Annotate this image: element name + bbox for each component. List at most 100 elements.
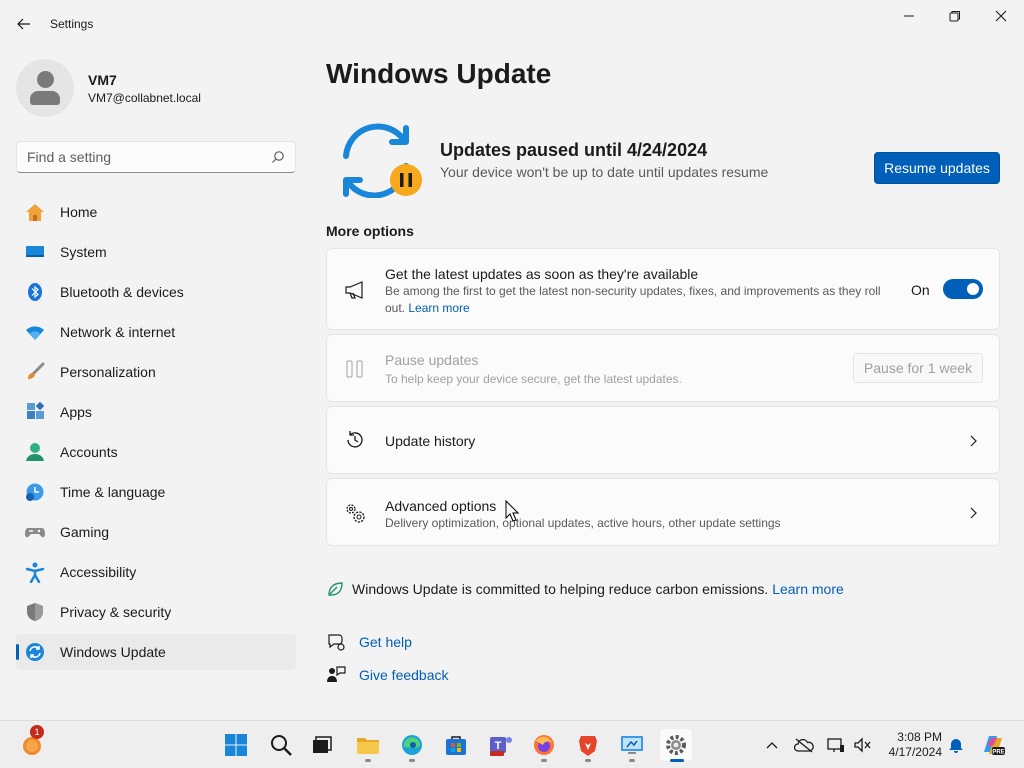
taskbar-settings[interactable] bbox=[660, 729, 692, 762]
sidebar-item-label: Time & language bbox=[60, 484, 166, 500]
svg-text:PRE: PRE bbox=[992, 750, 1004, 756]
user-email: VM7@collabnet.local bbox=[88, 90, 201, 105]
search-box[interactable] bbox=[16, 141, 296, 173]
taskbar-firefox[interactable] bbox=[528, 729, 560, 762]
taskbar-search-button[interactable] bbox=[265, 729, 297, 761]
taskbar-store[interactable] bbox=[440, 729, 472, 761]
sidebar-item-bluetooth[interactable]: Bluetooth & devices bbox=[16, 274, 296, 310]
task-view-button[interactable] bbox=[306, 729, 338, 761]
chevron-right-icon bbox=[970, 435, 977, 447]
toggle-state-label: On bbox=[911, 282, 930, 298]
volume-tray-button[interactable] bbox=[852, 735, 872, 755]
sidebar-item-label: Personalization bbox=[60, 364, 156, 380]
user-profile[interactable]: VM7 VM7@collabnet.local bbox=[16, 58, 201, 118]
pause-updates-card: Pause updates To help keep your device s… bbox=[326, 334, 1000, 402]
close-button[interactable] bbox=[978, 0, 1024, 32]
cloud-offline-icon bbox=[794, 738, 814, 753]
sidebar-item-apps[interactable]: Apps bbox=[16, 394, 296, 430]
pause-for-week-button[interactable]: Pause for 1 week bbox=[853, 353, 983, 383]
taskbar-file-explorer[interactable] bbox=[352, 729, 384, 762]
sidebar-item-gaming[interactable]: Gaming bbox=[16, 514, 296, 550]
copilot-icon: PRE bbox=[984, 736, 1005, 756]
pause-updates-title: Pause updates bbox=[385, 352, 479, 368]
status-title: Updates paused until 4/24/2024 bbox=[440, 140, 708, 160]
sidebar-item-label: System bbox=[60, 244, 107, 260]
sidebar-item-label: Home bbox=[60, 204, 98, 220]
taskbar-edge[interactable] bbox=[396, 729, 428, 762]
learn-more-link[interactable]: Learn more bbox=[408, 301, 469, 315]
taskbar-weather-button[interactable]: 1 bbox=[16, 725, 48, 761]
sidebar-item-label: Accessibility bbox=[60, 564, 137, 580]
start-button[interactable] bbox=[220, 729, 252, 761]
give-feedback-label: Give feedback bbox=[359, 667, 449, 683]
windows-logo-icon bbox=[225, 734, 247, 756]
remote-desktop-icon bbox=[621, 736, 643, 754]
chevron-right-icon bbox=[970, 507, 977, 519]
advanced-options-card[interactable]: Advanced options Delivery optimization, … bbox=[326, 478, 1000, 546]
restore-button[interactable] bbox=[932, 0, 978, 32]
leaf-icon bbox=[328, 582, 343, 596]
latest-updates-toggle[interactable] bbox=[943, 279, 983, 299]
onedrive-tray-button[interactable] bbox=[794, 735, 814, 755]
home-icon bbox=[24, 201, 46, 223]
search-input[interactable] bbox=[27, 149, 271, 165]
taskbar-remote-desktop[interactable] bbox=[616, 729, 648, 762]
update-history-card[interactable]: Update history bbox=[326, 406, 1000, 474]
give-feedback-link[interactable]: Give feedback bbox=[326, 665, 449, 685]
carbon-learn-more-link[interactable]: Learn more bbox=[772, 581, 844, 597]
carbon-text: Windows Update is committed to helping r… bbox=[352, 581, 769, 597]
sidebar-item-privacy-security[interactable]: Privacy & security bbox=[16, 594, 296, 630]
sidebar-item-label: Gaming bbox=[60, 524, 110, 540]
sidebar-item-time-language[interactable]: Time & language bbox=[16, 474, 296, 510]
show-hidden-icons-button[interactable] bbox=[762, 735, 782, 755]
latest-updates-title: Get the latest updates as soon as they'r… bbox=[385, 266, 699, 282]
carbon-notice: Windows Update is committed to helping r… bbox=[326, 580, 844, 598]
more-options-heading: More options bbox=[326, 223, 414, 239]
help-icon bbox=[326, 632, 346, 652]
search-icon bbox=[272, 151, 284, 163]
taskbar-teams[interactable]: T bbox=[485, 729, 517, 761]
get-help-label: Get help bbox=[359, 634, 412, 650]
accounts-icon bbox=[24, 441, 46, 463]
advanced-options-title: Advanced options bbox=[385, 498, 497, 514]
sidebar-item-personalization[interactable]: Personalization bbox=[16, 354, 296, 390]
pause-icon bbox=[343, 357, 367, 381]
taskbar-clock[interactable]: 3:08 PM 4/17/2024 bbox=[884, 730, 942, 760]
brave-browser-icon bbox=[579, 736, 597, 756]
app-title: Settings bbox=[50, 17, 94, 31]
task-view-icon bbox=[313, 736, 332, 753]
sidebar-item-label: Apps bbox=[60, 404, 92, 420]
mouse-cursor-icon bbox=[505, 500, 519, 522]
copilot-button[interactable]: PRE bbox=[980, 732, 1006, 758]
update-paused-icon bbox=[343, 123, 422, 198]
bluetooth-icon bbox=[24, 281, 46, 303]
network-icon bbox=[827, 738, 844, 752]
minimize-button[interactable] bbox=[886, 0, 932, 32]
back-button[interactable] bbox=[8, 8, 40, 40]
latest-updates-card: Get the latest updates as soon as they'r… bbox=[326, 248, 1000, 330]
chevron-up-icon bbox=[766, 742, 778, 749]
feedback-icon bbox=[326, 665, 346, 685]
pause-updates-description: To help keep your device secure, get the… bbox=[385, 372, 682, 386]
resume-updates-button[interactable]: Resume updates bbox=[874, 152, 1000, 184]
sidebar-item-network[interactable]: Network & internet bbox=[16, 314, 296, 350]
sidebar-item-system[interactable]: System bbox=[16, 234, 296, 270]
brush-icon bbox=[24, 361, 46, 383]
search-icon bbox=[271, 735, 292, 756]
gear-icon bbox=[666, 735, 686, 755]
store-icon bbox=[446, 736, 466, 755]
bell-icon bbox=[949, 739, 963, 753]
restore-icon bbox=[949, 11, 960, 22]
megaphone-icon bbox=[343, 278, 367, 302]
sidebar-item-home[interactable]: Home bbox=[16, 194, 296, 230]
sidebar-item-accounts[interactable]: Accounts bbox=[16, 434, 296, 470]
sidebar-item-windows-update[interactable]: Windows Update bbox=[16, 634, 296, 670]
get-help-link[interactable]: Get help bbox=[326, 632, 412, 652]
advanced-options-description: Delivery optimization, optional updates,… bbox=[385, 516, 781, 530]
gamepad-icon bbox=[24, 521, 46, 543]
notifications-button[interactable] bbox=[946, 735, 966, 755]
taskbar-brave[interactable] bbox=[572, 729, 604, 762]
sidebar-item-accessibility[interactable]: Accessibility bbox=[16, 554, 296, 590]
title-bar: Settings bbox=[0, 0, 1024, 48]
network-tray-button[interactable] bbox=[826, 735, 846, 755]
